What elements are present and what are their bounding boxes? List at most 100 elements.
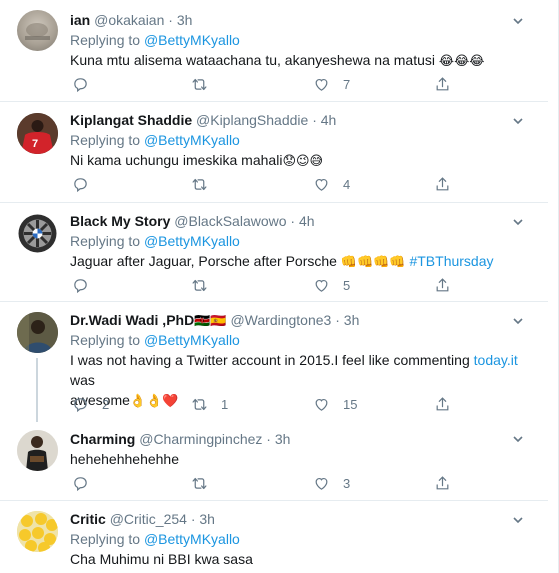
separator-dot: · [190,511,196,527]
chevron-down-icon[interactable] [512,314,524,326]
avatar[interactable] [17,213,58,254]
share-icon [436,396,449,410]
like-button[interactable]: 3 [313,473,350,493]
retweet-button[interactable] [191,174,221,194]
timestamp[interactable]: 3h [275,431,291,447]
retweet-icon [192,178,207,190]
chevron-down-icon[interactable] [512,215,524,227]
retweet-button[interactable]: 1 [191,394,228,414]
user-handle[interactable]: @KiplangShaddie [196,112,308,128]
tweet-black-my-story[interactable]: Black My Story @BlackSalawowo · 4h Reply… [0,203,548,302]
tweet-ian[interactable]: ian @okakaian · 3h Replying to @BettyMKy… [0,0,548,102]
user-handle[interactable]: @BlackSalawowo [174,213,286,229]
retweet-icon [192,477,207,489]
reply-icon [74,77,87,92]
display-name[interactable]: Charming [70,431,135,447]
reply-button[interactable] [72,74,102,94]
separator-dot: · [290,213,296,229]
retweet-button[interactable] [191,74,221,94]
share-button[interactable] [434,394,451,414]
emoji-group: 😂😂😂 [438,53,485,68]
user-handle[interactable]: @okakaian [94,12,164,28]
chevron-down-icon[interactable] [512,114,524,126]
display-name[interactable]: Dr.Wadi Wadi ,PhD [70,312,194,328]
like-button[interactable]: 4 [313,174,350,194]
reply-button[interactable] [72,473,102,493]
chevron-down-icon[interactable] [512,14,524,26]
retweet-button[interactable] [191,473,221,493]
timestamp[interactable]: 4h [321,112,337,128]
replying-to-link[interactable]: @BettyMKyallo [144,332,240,348]
replying-to-label: Replying to [70,32,141,48]
replying-to-label: Replying to [70,531,141,547]
avatar[interactable] [17,430,58,471]
replying-to-label: Replying to [70,233,141,249]
reply-icon [74,278,87,293]
chevron-down-icon[interactable] [512,432,524,444]
replying-to-label: Replying to [70,332,141,348]
heart-icon [315,398,328,411]
tweet-dr-wadi-wadi[interactable]: Dr.Wadi Wadi ,PhD🇰🇪🇪🇸 @Wardingtone3 · 3h… [0,302,548,422]
tweet-text: Kuna mtu alisema wataachana tu, akanyesh… [70,50,540,71]
display-name[interactable]: Kiplangat Shaddie [70,112,192,128]
inline-link[interactable]: today.it [474,352,518,368]
hashtag-link[interactable]: #TBThursday [409,253,493,269]
retweet-button[interactable] [191,275,221,295]
user-handle[interactable]: @Charmingpinchez [139,431,262,447]
separator-dot: · [266,431,271,447]
avatar[interactable]: 7 [17,113,58,154]
share-icon [436,76,449,90]
like-count: 7 [343,76,351,92]
like-count: 3 [343,475,351,491]
separator-dot: · [168,12,173,28]
retweet-icon [192,398,207,410]
flag-emojis: 🇰🇪🇪🇸 [194,313,227,328]
heart-icon [315,178,328,191]
display-name[interactable]: Critic [70,511,106,527]
tweet-text: Ni kama uchungu imeskika mahali😟😉😅 [70,150,540,171]
reply-button[interactable] [72,275,102,295]
replying-to-link[interactable]: @BettyMKyallo [144,32,240,48]
display-name[interactable]: ian [70,12,90,28]
share-button[interactable] [434,174,451,194]
timestamp[interactable]: 3h [177,12,193,28]
reply-icon [74,397,87,412]
share-icon [436,277,449,291]
like-button[interactable]: 15 [313,394,357,414]
tweet-kiplangat[interactable]: 7 Kiplangat Shaddie @KiplangShaddie · 4h… [0,102,548,203]
replying-to-link[interactable]: @BettyMKyallo [144,531,240,547]
timestamp[interactable]: 3h [199,511,215,527]
user-handle[interactable]: @Critic_254 [110,511,187,527]
replying-to-link[interactable]: @BettyMKyallo [144,132,240,148]
emoji-group: 😟😉😅 [282,153,324,168]
share-button[interactable] [434,74,451,94]
display-name[interactable]: Black My Story [70,213,170,229]
heart-icon [315,477,328,490]
tweet-text-tail: was [70,372,95,388]
share-button[interactable] [434,473,451,493]
like-button[interactable]: 7 [313,74,350,94]
reply-button[interactable]: 2 [72,394,109,414]
thread-connector [36,358,38,422]
chevron-down-icon[interactable] [512,513,524,525]
avatar[interactable] [17,10,58,51]
share-button[interactable] [434,275,451,295]
like-count: 15 [343,396,358,412]
timestamp[interactable]: 3h [344,312,360,328]
retweet-count: 1 [221,396,229,412]
user-handle[interactable]: @Wardingtone3 [230,312,331,328]
tweet-text: Jaguar after Jaguar, Porsche after Porsc… [70,251,540,272]
retweet-icon [192,78,207,90]
timestamp[interactable]: 4h [299,213,315,229]
replying-to-link[interactable]: @BettyMKyallo [144,233,240,249]
tweet-charming[interactable]: Charming @Charmingpinchez · 3h hehehehhe… [0,422,548,501]
avatar[interactable] [17,511,58,552]
share-icon [436,475,449,489]
reply-count: 2 [102,396,110,412]
reply-icon [74,177,87,192]
heart-icon [315,78,328,91]
tweet-critic[interactable]: Critic @Critic_254 · 3h Replying to @Bet… [0,501,548,573]
reply-button[interactable] [72,174,102,194]
avatar[interactable] [17,312,58,353]
like-button[interactable]: 5 [313,275,350,295]
